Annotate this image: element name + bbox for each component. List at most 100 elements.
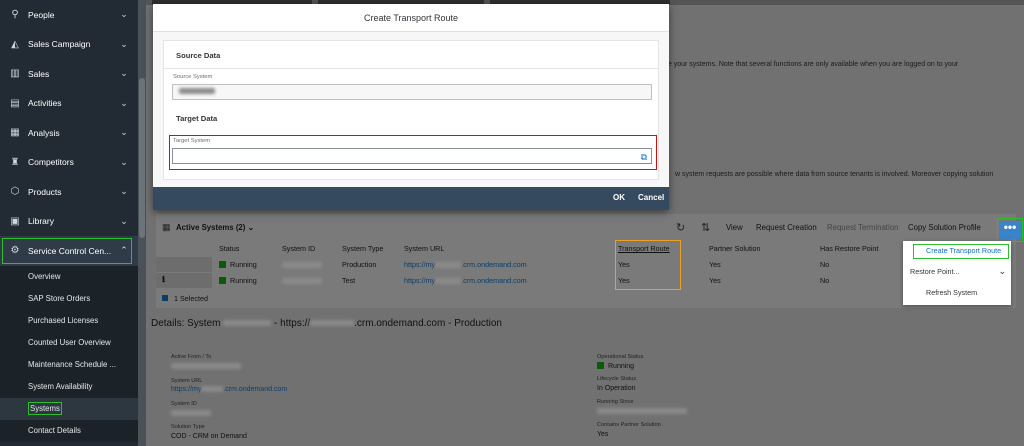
column-header-system-url[interactable]: System URL — [404, 244, 444, 253]
megaphone-icon: ◭ — [11, 38, 19, 50]
nav-item-products[interactable]: ⬡ Products ⌄ — [0, 177, 138, 207]
nav-item-label: Service Control Cen... — [28, 245, 112, 256]
running-since-label: Running Since — [597, 399, 634, 405]
more-actions-button[interactable]: ••• — [999, 221, 1021, 239]
redacted-value — [282, 278, 322, 285]
table-title[interactable]: Active Systems (2) ⌄ — [176, 223, 254, 232]
table-row[interactable]: Running Production https://my .crm.ondema… — [156, 257, 1016, 272]
chevron-down-icon[interactable]: ⌄ — [118, 186, 130, 197]
redacted-value — [597, 408, 687, 415]
chevron-down-icon[interactable]: ⌄ — [118, 9, 130, 20]
intro-text: w system requests are possible where dat… — [675, 171, 994, 178]
selected-count: 1 Selected — [174, 294, 208, 303]
contains-partner-label: Contains Partner Solution — [597, 422, 661, 428]
system-id-label: System ID — [171, 401, 197, 407]
system-url-link[interactable]: https://my .crm.ondemand.com — [404, 260, 527, 269]
status-indicator-icon — [219, 261, 226, 268]
system-type-cell: Test — [342, 276, 356, 285]
nav-item-activities[interactable]: ▤ Activities ⌄ — [0, 89, 138, 119]
sub-item-counted-user-overview[interactable]: Counted User Overview — [0, 331, 138, 354]
url-suffix: .crm.ondemand.com — [461, 260, 527, 269]
system-url-link[interactable]: https://my .crm.ondemand.com — [404, 276, 527, 285]
chevron-down-icon[interactable]: ⌄ — [118, 39, 130, 50]
redacted-value — [171, 363, 241, 370]
status-cell: Running — [219, 260, 257, 269]
running-since-value — [597, 408, 687, 415]
chevron-up-icon[interactable]: ⌃ — [118, 245, 130, 256]
table-toolbar: ▦ Active Systems (2) ⌄ ↻ ⇅ View Request … — [156, 214, 1016, 240]
column-header-status[interactable]: Status — [219, 244, 239, 253]
dialog-footer: OK Cancel — [153, 187, 669, 210]
chevron-down-icon[interactable]: ⌄ — [118, 68, 130, 79]
status-indicator-icon — [219, 277, 226, 284]
system-id-value — [171, 410, 211, 417]
request-creation-button[interactable]: Request Creation — [756, 223, 817, 232]
menu-item-restore-point[interactable]: Restore Point... ⌄ — [910, 266, 1006, 277]
competitors-icon: ♜ — [10, 156, 20, 168]
menu-item-create-transport-route[interactable]: Create Transport Route — [913, 244, 1009, 259]
chevron-down-icon[interactable]: ⌄ — [118, 127, 130, 138]
transport-route-highlight — [615, 240, 681, 290]
details-title-prefix: Details: System — [151, 318, 221, 329]
nav-item-analysis[interactable]: ▦ Analysis ⌄ — [0, 118, 138, 148]
scrollbar-thumb[interactable] — [139, 78, 145, 238]
products-icon: ⬡ — [10, 186, 20, 198]
cancel-button[interactable]: Cancel — [638, 193, 664, 202]
column-header-system-type[interactable]: System Type — [342, 244, 383, 253]
url-prefix: https://my — [171, 386, 202, 393]
chevron-down-icon[interactable]: ⌄ — [248, 223, 255, 232]
row-selector[interactable]: ℹ — [156, 273, 212, 288]
selection-checkbox[interactable] — [162, 295, 168, 301]
column-header-restore-point[interactable]: Has Restore Point — [820, 244, 878, 253]
request-termination-button[interactable]: Request Termination — [827, 223, 898, 232]
sort-icon[interactable]: ⇅ — [701, 221, 710, 234]
table-title-text: Active Systems — [176, 223, 234, 232]
nav-item-people[interactable]: ⚲ People ⌄ — [0, 0, 138, 30]
details-title: Details: System - https:// .crm.ondemand.… — [151, 318, 502, 329]
solution-type-value: COD - CRM on Demand — [171, 433, 247, 440]
sub-item-contact-details[interactable]: Contact Details — [0, 419, 138, 442]
redacted-value — [282, 262, 322, 269]
nav-item-library[interactable]: ▣ Library ⌄ — [0, 207, 138, 237]
chevron-down-icon[interactable]: ⌄ — [998, 266, 1006, 277]
sub-item-systems[interactable]: Systems — [0, 397, 138, 420]
nav-item-service-control-center[interactable]: ⚙ Service Control Cen... ⌃ — [0, 236, 138, 266]
copy-solution-profile-button[interactable]: Copy Solution Profile — [908, 223, 981, 232]
info-icon[interactable]: ℹ — [162, 275, 165, 284]
column-header-partner-solution[interactable]: Partner Solution — [709, 244, 761, 253]
system-id-cell — [282, 276, 322, 285]
create-transport-route-dialog: Create Transport Route Source Data Sourc… — [153, 4, 669, 210]
url-prefix: https://my — [404, 276, 436, 285]
source-system-label: Source System — [173, 74, 213, 80]
url-suffix: .crm.ondemand.com — [461, 276, 527, 285]
redacted-value — [435, 278, 462, 285]
source-data-section-title: Source Data — [176, 51, 221, 60]
refresh-icon[interactable]: ↻ — [676, 221, 685, 234]
nav-item-label: Competitors — [28, 157, 74, 168]
sub-item-system-availability[interactable]: System Availability — [0, 375, 138, 398]
sub-item-purchased-licenses[interactable]: Purchased Licenses — [0, 309, 138, 332]
nav-item-competitors[interactable]: ♜ Competitors ⌄ — [0, 148, 138, 178]
status-cell: Running — [219, 276, 257, 285]
sub-item-overview[interactable]: Overview — [0, 265, 138, 288]
sidebar-scrollbar[interactable] — [138, 0, 146, 446]
system-url-value[interactable]: https://my .crm.ondemand.com — [171, 386, 287, 393]
target-data-section-title: Target Data — [176, 114, 218, 123]
chevron-down-icon[interactable]: ⌄ — [118, 98, 130, 109]
chevron-down-icon[interactable]: ⌄ — [118, 216, 130, 227]
row-selector[interactable] — [156, 257, 212, 272]
chevron-down-icon[interactable]: ⌄ — [118, 157, 130, 168]
status-text: Running — [230, 276, 257, 285]
view-button[interactable]: View — [726, 223, 743, 232]
sub-item-sap-store-orders[interactable]: SAP Store Orders — [0, 287, 138, 310]
ok-button[interactable]: OK — [613, 193, 625, 202]
intro-text: ge your systems. Note that several funct… — [664, 61, 959, 68]
nav-item-sales[interactable]: ▥ Sales ⌄ — [0, 59, 138, 89]
table-row[interactable]: ℹ Running Test https://my .crm.ondemand.c… — [156, 273, 1016, 288]
sub-item-maintenance-schedule[interactable]: Maintenance Schedule ... — [0, 353, 138, 376]
column-header-system-id[interactable]: System ID — [282, 244, 315, 253]
service-control-icon: ⚙ — [10, 245, 20, 257]
nav-item-sales-campaign[interactable]: ◭ Sales Campaign ⌄ — [0, 30, 138, 60]
lifecycle-status-value: In Operation — [597, 385, 636, 392]
menu-item-refresh-system[interactable]: Refresh System — [926, 288, 977, 297]
